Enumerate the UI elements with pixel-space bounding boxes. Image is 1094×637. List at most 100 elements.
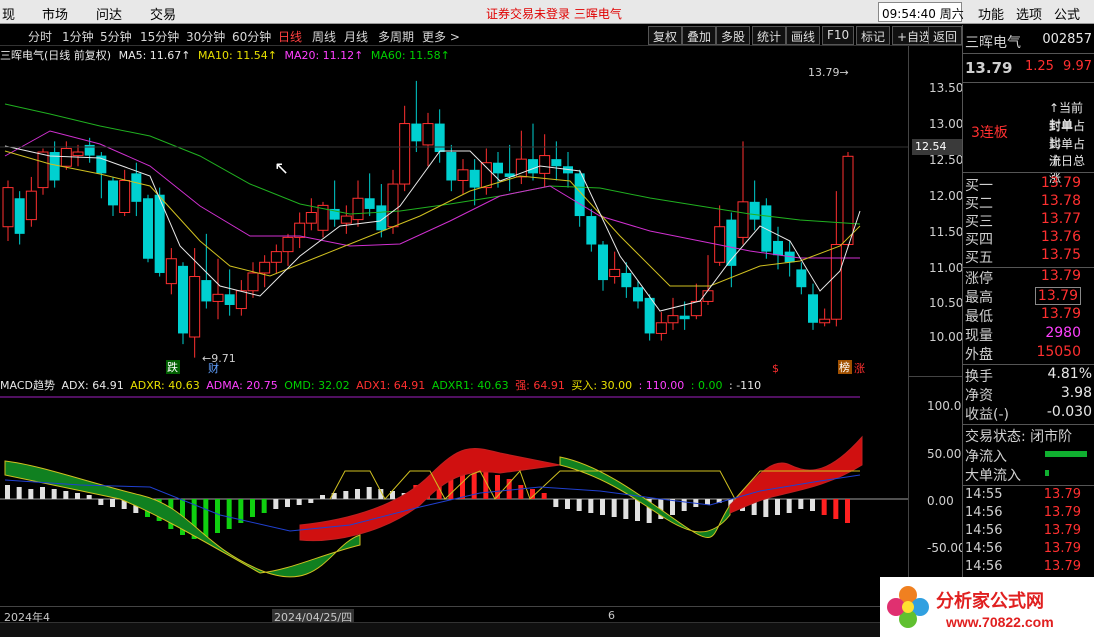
histogram-bar bbox=[611, 499, 617, 517]
candle-body[interactable] bbox=[224, 294, 235, 305]
tag-zhang[interactable]: 涨 bbox=[854, 362, 865, 375]
candle-body[interactable] bbox=[434, 123, 445, 153]
menu-item-xian[interactable]: 现 bbox=[2, 4, 15, 23]
candle-body[interactable] bbox=[457, 169, 469, 181]
adjust-button[interactable]: 复权 bbox=[648, 26, 683, 45]
candle-body[interactable] bbox=[143, 198, 153, 259]
tab-1min[interactable]: 1分钟 bbox=[62, 28, 94, 45]
candle-body[interactable] bbox=[761, 205, 772, 252]
draw-line-button[interactable]: 画线 bbox=[786, 26, 821, 45]
statistics-button[interactable]: 统计 bbox=[752, 26, 787, 45]
candle-body[interactable] bbox=[586, 216, 597, 245]
candle-body[interactable] bbox=[131, 173, 142, 202]
candle-body[interactable] bbox=[621, 272, 632, 288]
candle-body[interactable] bbox=[667, 315, 679, 324]
tag-bang[interactable]: 榜 bbox=[839, 360, 850, 374]
f10-button[interactable]: F10 bbox=[822, 26, 855, 45]
candle-body[interactable] bbox=[609, 268, 621, 278]
candle-body[interactable] bbox=[247, 272, 259, 292]
candle-body[interactable] bbox=[702, 290, 714, 302]
candle-body[interactable] bbox=[2, 187, 14, 228]
candle-body[interactable] bbox=[469, 169, 480, 188]
tab-5min[interactable]: 5分钟 bbox=[100, 28, 132, 45]
menu-item-trade[interactable]: 交易 bbox=[150, 4, 176, 23]
candle-body[interactable] bbox=[270, 251, 282, 263]
tab-multi-period[interactable]: 多周期 bbox=[378, 28, 414, 45]
candle-body[interactable] bbox=[679, 315, 690, 320]
tab-60min[interactable]: 60分钟 bbox=[232, 28, 271, 45]
candle-body[interactable] bbox=[399, 123, 411, 185]
candle-body[interactable] bbox=[574, 173, 585, 217]
date-label: 6 bbox=[608, 609, 615, 622]
candle-body[interactable] bbox=[690, 300, 702, 317]
candle-body[interactable] bbox=[528, 159, 538, 174]
candle-body[interactable] bbox=[655, 322, 667, 334]
candle-body[interactable] bbox=[119, 179, 131, 214]
histogram-bar bbox=[763, 499, 769, 517]
candle-body[interactable] bbox=[108, 180, 118, 206]
candle-body[interactable] bbox=[633, 287, 643, 302]
overlay-button[interactable]: 叠加 bbox=[682, 26, 717, 45]
candle-body[interactable] bbox=[830, 244, 842, 320]
candle-body[interactable] bbox=[364, 198, 375, 209]
candle-body[interactable] bbox=[796, 269, 807, 288]
indicator-name[interactable]: MACD趋势 bbox=[0, 379, 55, 392]
eps-label: 收益(-) bbox=[965, 407, 1009, 423]
candle-body[interactable] bbox=[644, 297, 655, 334]
candle-body[interactable] bbox=[352, 197, 364, 221]
tab-daily[interactable]: 日线 bbox=[278, 28, 302, 45]
back-button[interactable]: 返回 bbox=[928, 26, 963, 45]
candle-body[interactable] bbox=[37, 151, 49, 189]
menu-item-wenda[interactable]: 问达 bbox=[96, 4, 122, 23]
candle-body[interactable] bbox=[201, 280, 212, 302]
candle-body[interactable] bbox=[60, 147, 72, 167]
candle-body[interactable] bbox=[598, 244, 608, 281]
menu-item-market[interactable]: 市场 bbox=[42, 4, 68, 23]
candle-body[interactable] bbox=[294, 222, 306, 238]
candle-body[interactable] bbox=[387, 183, 399, 228]
candle-body[interactable] bbox=[551, 159, 562, 167]
menu-item-formula[interactable]: 公式 bbox=[1054, 4, 1080, 23]
tab-15min[interactable]: 15分钟 bbox=[140, 28, 179, 45]
candle-body[interactable] bbox=[305, 212, 317, 224]
candle-body[interactable] bbox=[165, 258, 177, 285]
macd-trend-chart[interactable] bbox=[0, 395, 908, 605]
kline-chart[interactable]: ←9.71 13.79→ 跌 财 $ 榜 涨 ↖ bbox=[0, 46, 908, 376]
candle-body[interactable] bbox=[819, 318, 831, 324]
candle-body[interactable] bbox=[189, 276, 201, 338]
tab-weekly[interactable]: 周线 bbox=[312, 28, 336, 45]
trade-status: 交易状态: 闭市阶 bbox=[965, 429, 1073, 445]
candle-body[interactable] bbox=[422, 123, 434, 146]
candle-body[interactable] bbox=[842, 155, 854, 246]
candle-body[interactable] bbox=[72, 151, 84, 157]
candle-body[interactable] bbox=[808, 294, 818, 323]
candle-body[interactable] bbox=[773, 240, 783, 256]
candle-body[interactable] bbox=[178, 265, 188, 334]
menu-item-function[interactable]: 功能 bbox=[978, 4, 1004, 23]
candle-body[interactable] bbox=[749, 201, 760, 220]
tag-die[interactable]: 跌 bbox=[167, 360, 178, 374]
tab-30min[interactable]: 30分钟 bbox=[186, 28, 225, 45]
candle-body[interactable] bbox=[14, 198, 25, 234]
candle-body[interactable] bbox=[493, 162, 503, 174]
candle-body[interactable] bbox=[480, 162, 492, 189]
candle-body[interactable] bbox=[737, 201, 749, 238]
bottom-tab-strip[interactable] bbox=[0, 622, 880, 637]
candle-body[interactable] bbox=[282, 236, 294, 253]
candle-body[interactable] bbox=[259, 261, 271, 274]
tag-cai[interactable]: 财 bbox=[208, 361, 219, 375]
candle-body[interactable] bbox=[411, 123, 422, 142]
tab-monthly[interactable]: 月线 bbox=[344, 28, 368, 45]
candle-body[interactable] bbox=[235, 290, 247, 310]
tab-more[interactable]: 更多 > bbox=[422, 28, 460, 45]
tab-timeshare[interactable]: 分时 bbox=[28, 28, 52, 45]
mark-button[interactable]: 标记 bbox=[856, 26, 891, 45]
candle-body[interactable] bbox=[340, 215, 352, 224]
menu-item-options[interactable]: 选项 bbox=[1016, 4, 1042, 23]
multi-stock-button[interactable]: 多股 bbox=[716, 26, 751, 45]
candle-body[interactable] bbox=[25, 190, 37, 221]
candle-body[interactable] bbox=[539, 155, 551, 174]
candle-body[interactable] bbox=[446, 152, 457, 181]
candle-body[interactable] bbox=[212, 293, 224, 302]
tag-dollar[interactable]: $ bbox=[772, 362, 779, 375]
